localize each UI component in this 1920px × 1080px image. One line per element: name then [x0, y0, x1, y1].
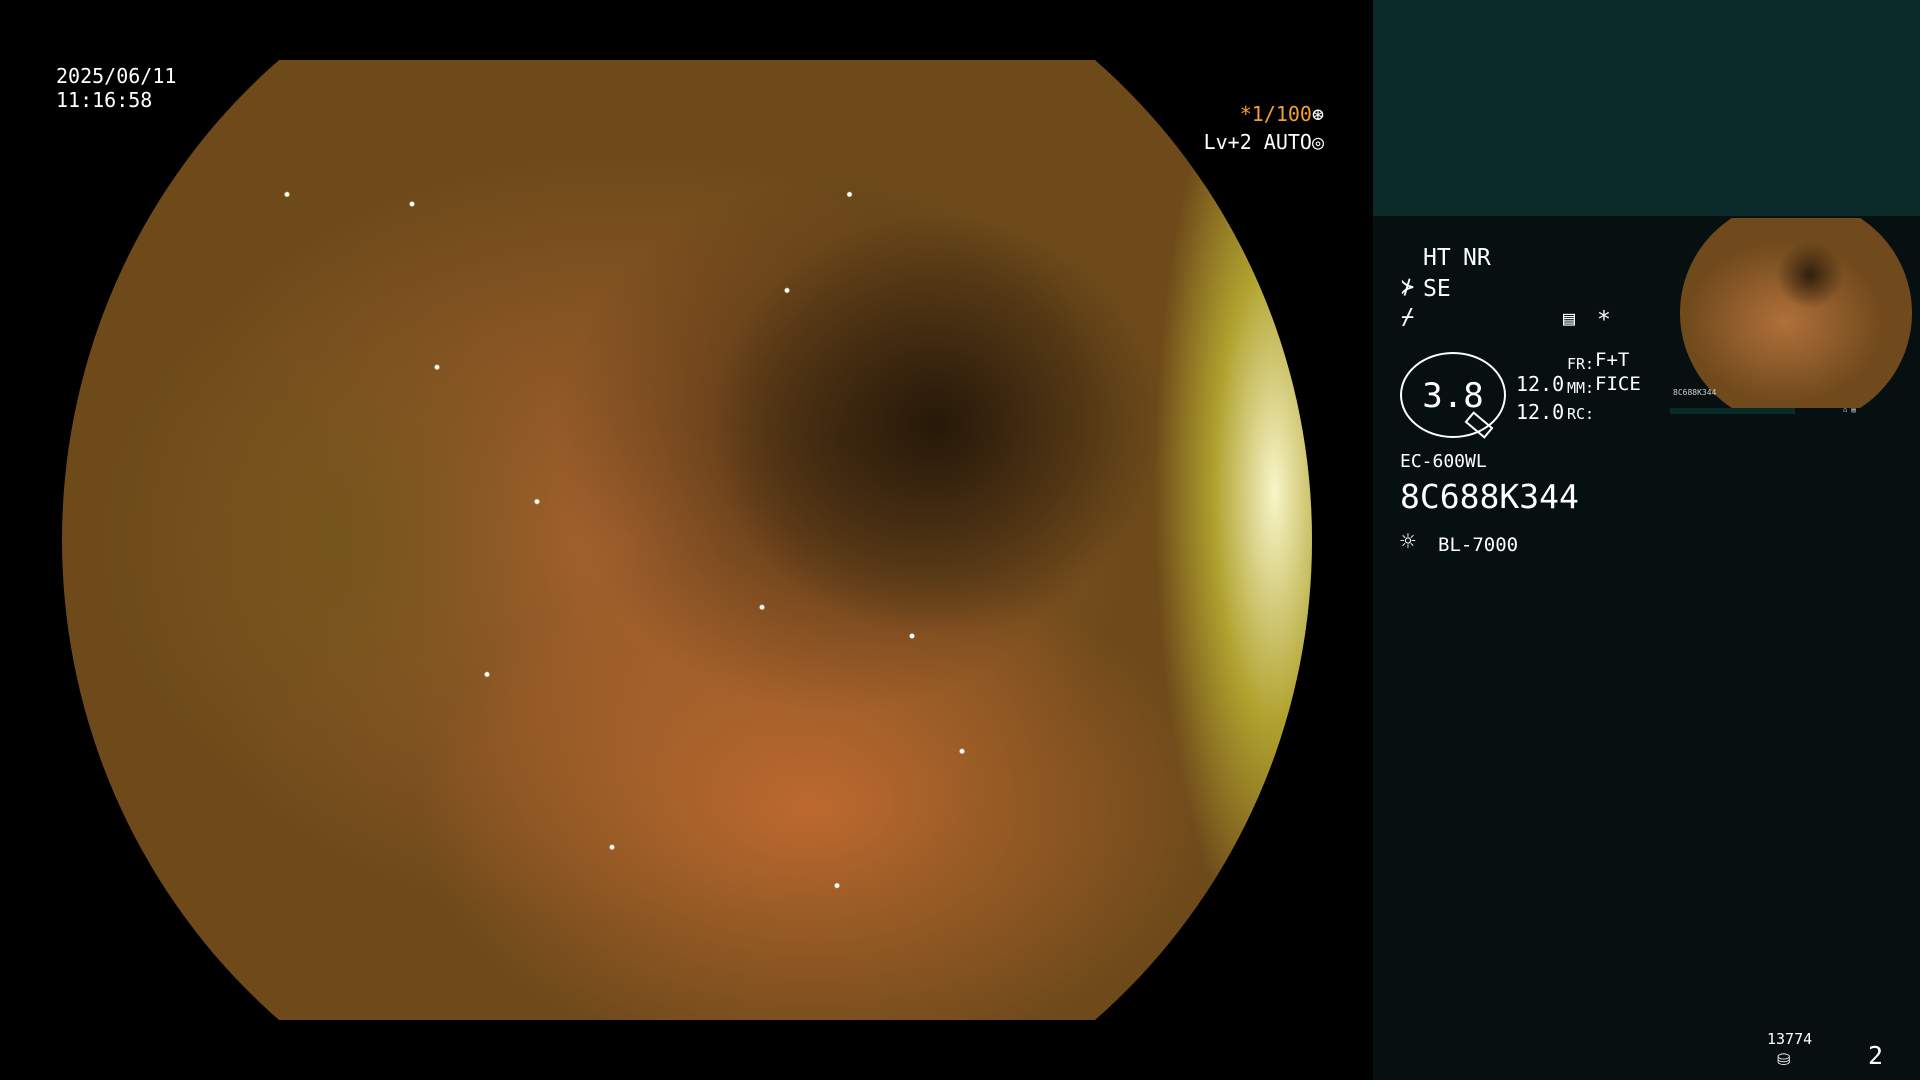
time-label: 11:16:58 — [56, 88, 153, 112]
zoom-value: 3.8 — [1422, 376, 1484, 416]
date-label: 2025/06/11 — [56, 64, 177, 88]
filter-icon: ⌿ — [1401, 305, 1415, 330]
scope-angle-icon: ⊁ — [1401, 275, 1415, 300]
thumbnail-image — [1680, 218, 1912, 408]
thumbnail-serial: 8C688K344 — [1673, 388, 1717, 397]
storage-icon: ⛁ — [1777, 1050, 1791, 1069]
nr-indicator: NR — [1463, 245, 1491, 271]
magnifier-icon — [1464, 411, 1494, 439]
info-panel: HT NR ⊁ SE ⌿ ▤ * 3.8 12.0 12.0 FR: F+T M… — [1373, 0, 1920, 1080]
settings-icon: ▤ — [1563, 306, 1576, 330]
rc-label: RC: — [1567, 405, 1595, 423]
panel-header-band — [1373, 0, 1920, 216]
image-count: 13774 — [1767, 1030, 1813, 1048]
light-source-icon: ☼ — [1400, 527, 1416, 557]
value-1: 12.0 — [1516, 372, 1565, 396]
zoom-indicator: 3.8 — [1400, 352, 1506, 439]
image-index: 2 — [1868, 1041, 1884, 1070]
scope-serial: 8C688K344 — [1400, 477, 1579, 516]
light-source-model: BL-7000 — [1438, 534, 1519, 556]
timestamp: 2025/06/11 11:16:58 — [56, 64, 176, 112]
scope-model: EC-600WL — [1400, 451, 1487, 472]
shutter-speed: *1/100 — [1239, 102, 1312, 126]
thumbnail-strip — [1670, 408, 1795, 414]
aperture-icon: ⊛ — [1311, 102, 1324, 126]
thumbnail-preview[interactable] — [1670, 216, 1920, 411]
mm-label: MM: — [1567, 379, 1595, 397]
ht-indicator: HT — [1423, 245, 1451, 271]
brightness-level: Lv+2 AUTO — [1203, 130, 1312, 154]
exposure-overlay: *1/100⊛ Lv+2 AUTO◎ — [1190, 100, 1324, 156]
endoscope-view: 2025/06/11 11:16:58 *1/100⊛ Lv+2 AUTO◎ — [0, 0, 1373, 1080]
iris-icon: ◎ — [1311, 130, 1324, 154]
thumbnail-icons: ⌂ ▤ — [1843, 406, 1856, 414]
endoscope-image — [62, 60, 1312, 1020]
value-2: 12.0 — [1516, 400, 1565, 424]
mm-value: FICE — [1595, 373, 1641, 395]
asterisk-indicator: * — [1597, 307, 1611, 333]
se-indicator: SE — [1423, 276, 1451, 302]
